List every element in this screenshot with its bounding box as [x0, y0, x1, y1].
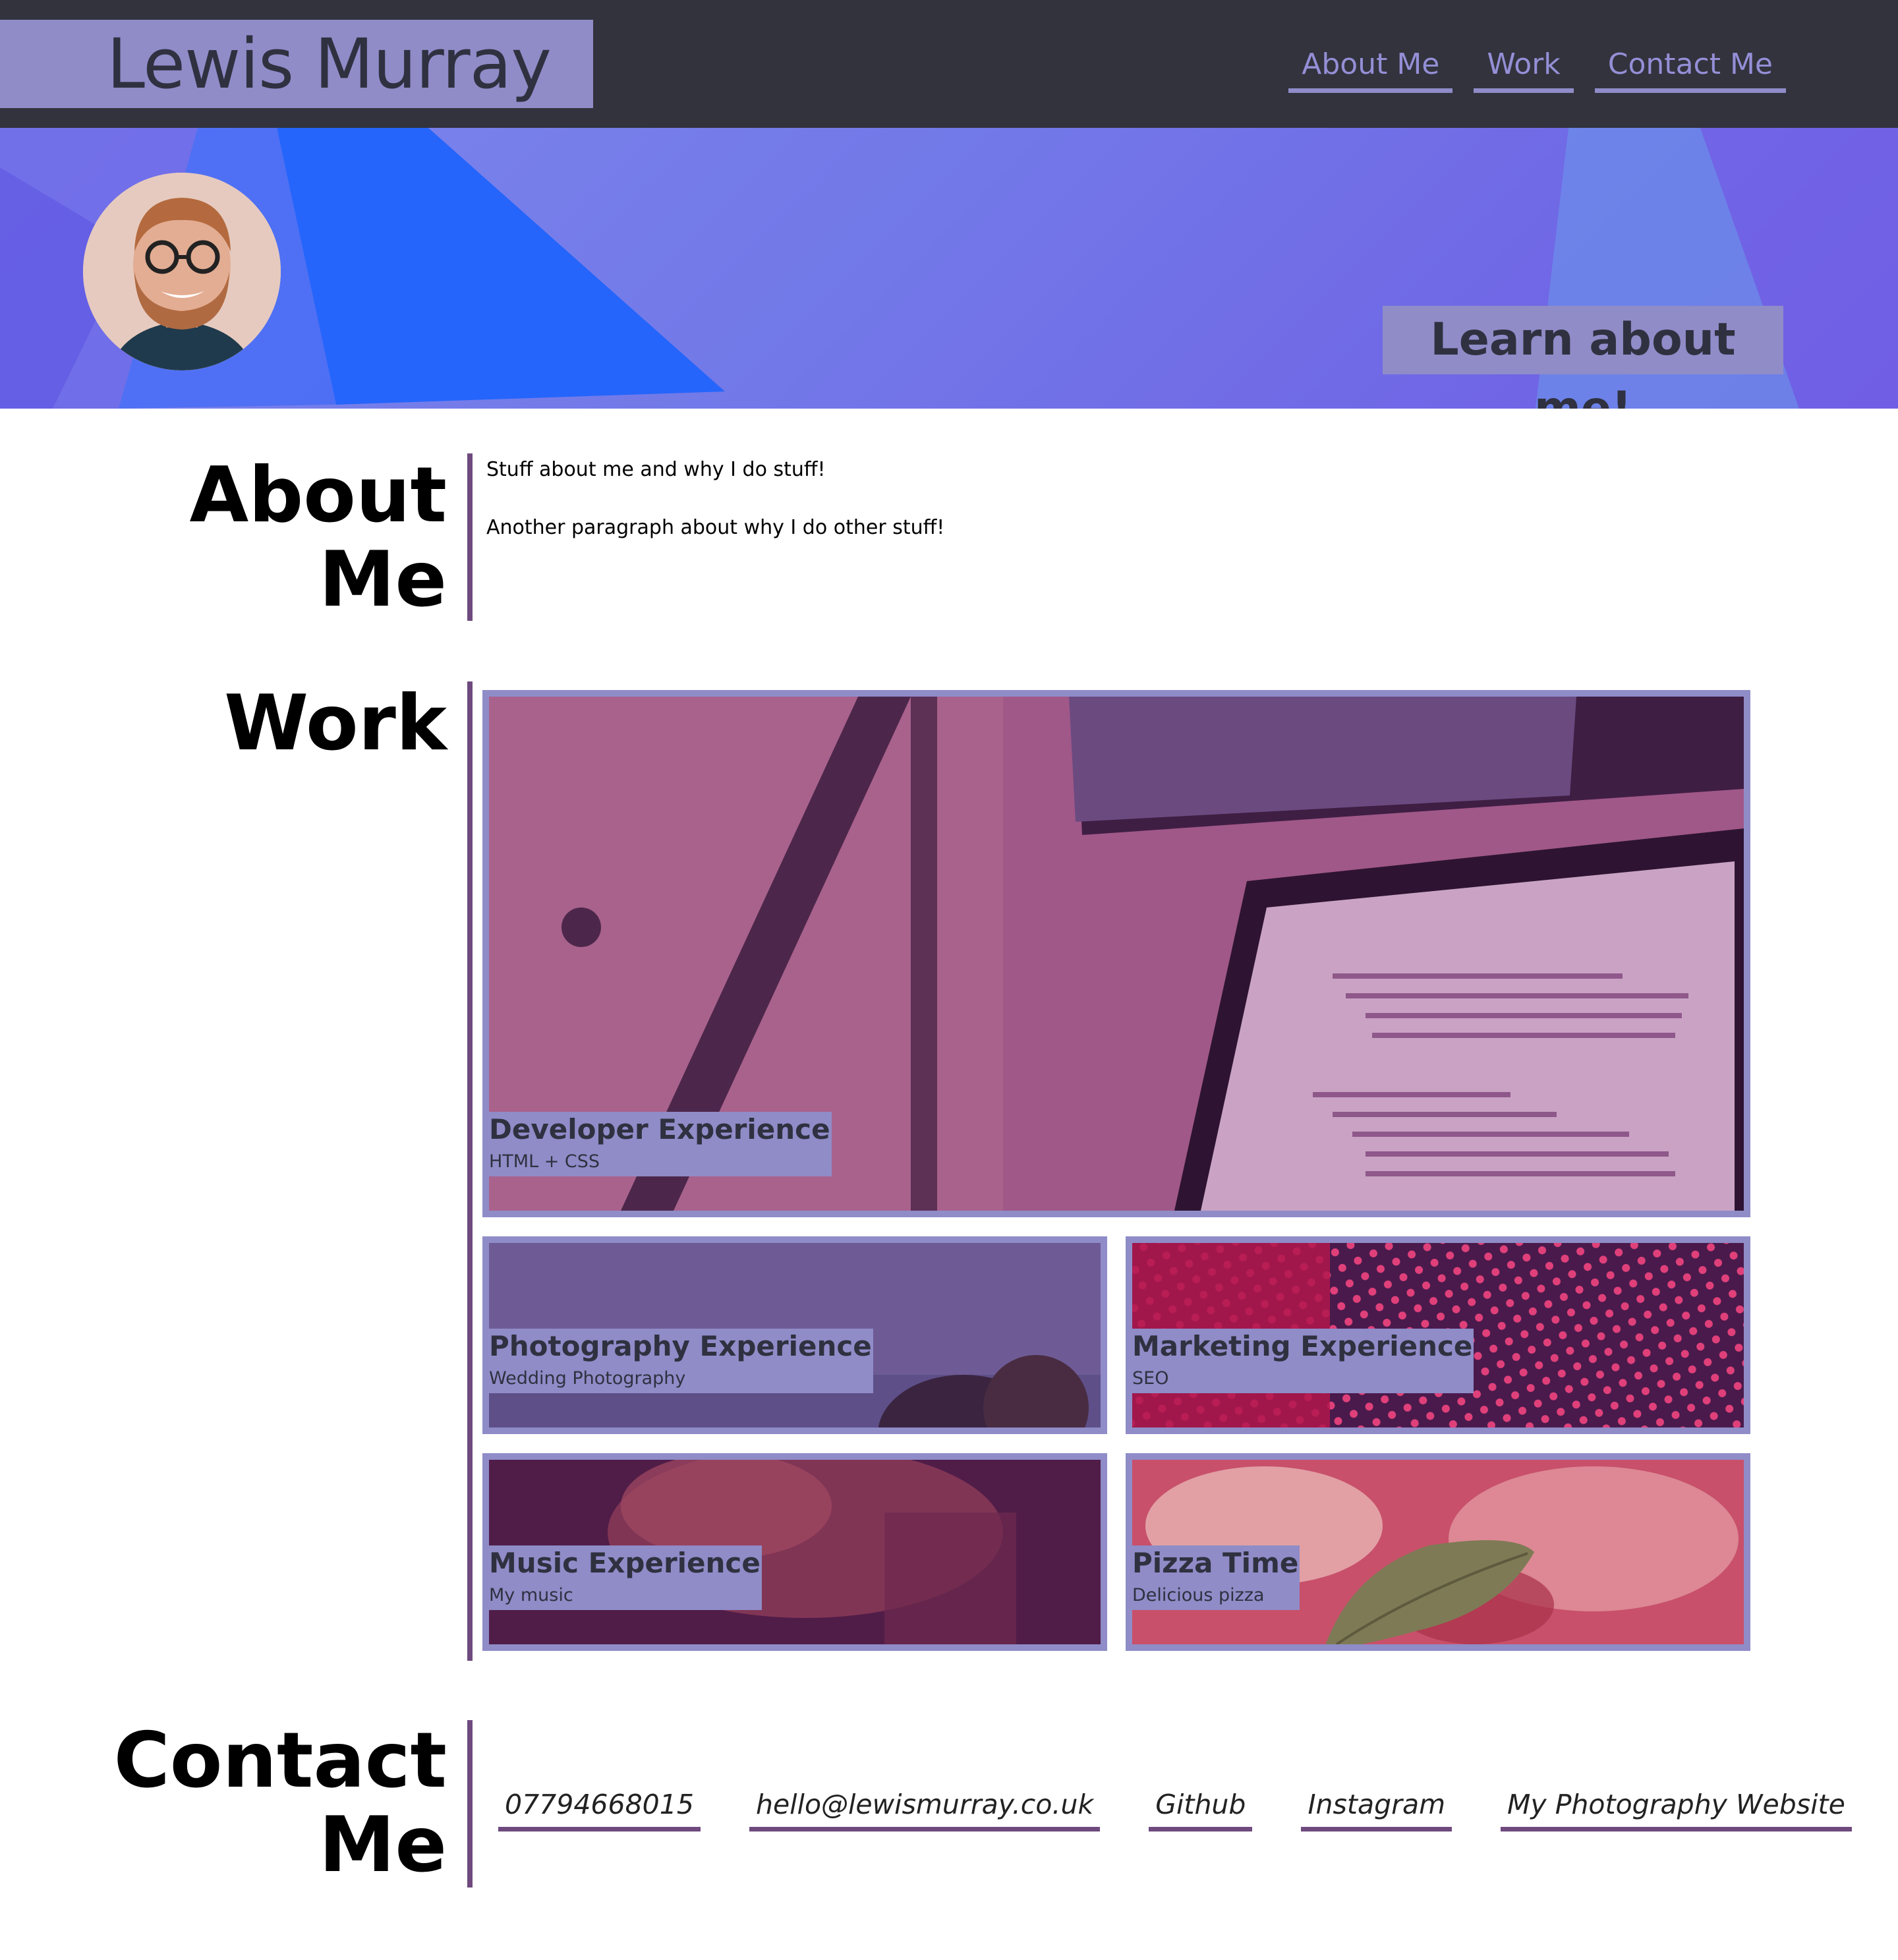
about-paragraph-2: Another paragraph about why I do other s…: [486, 516, 945, 539]
profile-photo: [83, 173, 281, 370]
card-subtitle: HTML + CSS: [489, 1151, 600, 1172]
work-card-marketing[interactable]: Marketing Experience SEO: [1126, 1236, 1750, 1434]
work-card-developer[interactable]: Developer Experience HTML + CSS: [482, 690, 1750, 1217]
card-title: Photography Experience: [489, 1330, 872, 1362]
card-subtitle: Wedding Photography: [489, 1368, 686, 1389]
contact-links: 07794668015 hello@lewismurray.co.uk Gith…: [498, 1782, 1852, 1831]
contact-phone-link[interactable]: 07794668015: [498, 1782, 701, 1831]
main-nav: About Me Work Contact Me: [1288, 41, 1786, 93]
card-label: Music Experience My music: [489, 1545, 762, 1610]
card-title: Pizza Time: [1132, 1547, 1299, 1579]
card-subtitle: My music: [489, 1585, 573, 1605]
work-divider: [467, 681, 473, 1661]
card-subtitle: SEO: [1132, 1368, 1169, 1389]
card-title: Music Experience: [489, 1547, 761, 1579]
about-paragraph-1: Stuff about me and why I do stuff!: [486, 458, 826, 481]
avatar-icon: [83, 173, 281, 370]
contact-divider: [467, 1720, 473, 1888]
card-title: Developer Experience: [489, 1113, 830, 1145]
contact-heading: Contact Me: [113, 1716, 447, 1889]
work-card-photography[interactable]: Photography Experience Wedding Photograp…: [482, 1236, 1107, 1434]
card-label: Pizza Time Delicious pizza: [1132, 1545, 1300, 1610]
work-card-music[interactable]: Music Experience My music: [482, 1453, 1107, 1651]
nav-link-work[interactable]: Work: [1474, 41, 1574, 93]
card-title: Marketing Experience: [1132, 1330, 1473, 1362]
work-heading: Work: [224, 679, 447, 768]
work-card-pizza[interactable]: Pizza Time Delicious pizza: [1126, 1453, 1750, 1651]
contact-email-link[interactable]: hello@lewismurray.co.uk: [749, 1782, 1101, 1831]
contact-instagram-link[interactable]: Instagram: [1301, 1782, 1452, 1831]
site-header: Lewis Murray About Me Work Contact Me: [0, 0, 1898, 128]
learn-about-me-button[interactable]: Learn about me!: [1383, 306, 1783, 409]
contact-github-link[interactable]: Github: [1149, 1782, 1253, 1831]
about-divider: [467, 453, 473, 621]
site-logo[interactable]: Lewis Murray: [0, 20, 593, 108]
card-label: Marketing Experience SEO: [1132, 1329, 1474, 1393]
about-heading: About Me: [189, 451, 447, 624]
card-label: Developer Experience HTML + CSS: [489, 1112, 832, 1176]
nav-link-about[interactable]: About Me: [1288, 41, 1453, 93]
contact-photography-link[interactable]: My Photography Website: [1501, 1782, 1852, 1831]
nav-link-contact[interactable]: Contact Me: [1594, 41, 1786, 93]
card-label: Photography Experience Wedding Photograp…: [489, 1329, 873, 1393]
card-subtitle: Delicious pizza: [1132, 1585, 1265, 1605]
hero-banner: Learn about me!: [0, 128, 1898, 409]
